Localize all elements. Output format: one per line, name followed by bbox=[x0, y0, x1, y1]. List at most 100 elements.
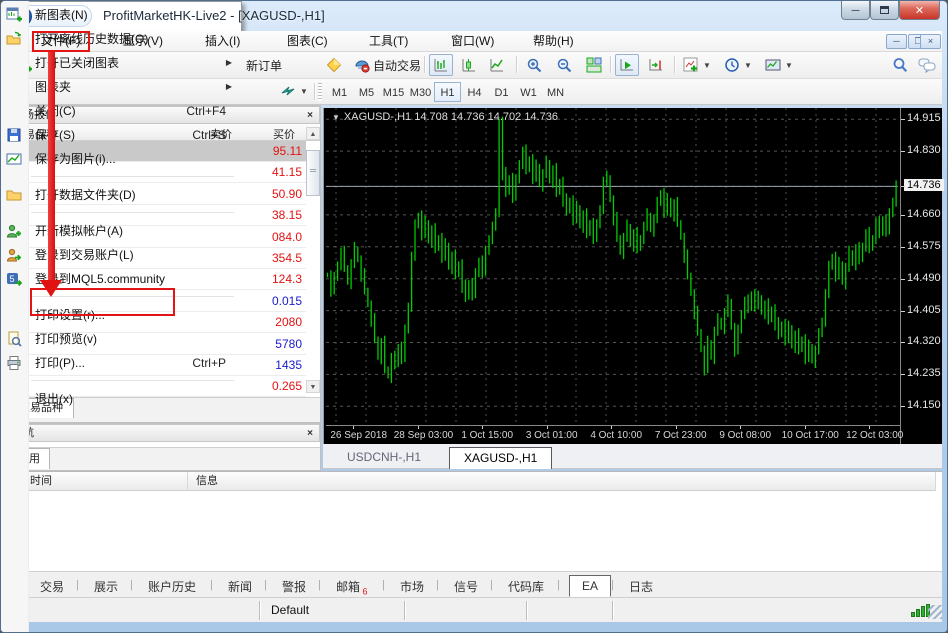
auto-scroll-button[interactable] bbox=[615, 54, 639, 76]
restore-button[interactable] bbox=[870, 1, 899, 20]
tile-windows-button[interactable] bbox=[582, 54, 606, 76]
terminal-tab-代码库[interactable]: 代码库 bbox=[502, 576, 550, 597]
bid-price: 2080 bbox=[275, 315, 302, 329]
timeframe-M1-button[interactable]: M1 bbox=[326, 82, 353, 102]
chart-tab-XAGUSDH1[interactable]: XAGUSD-,H1 bbox=[449, 447, 552, 469]
chart-shift-button[interactable] bbox=[644, 54, 668, 76]
folder-icon bbox=[6, 187, 22, 203]
chart-plot-area[interactable] bbox=[326, 108, 898, 425]
file-menu-item-打印预览v[interactable]: 打印预览(v) bbox=[1, 327, 240, 351]
mdi-close-button[interactable]: × bbox=[920, 34, 941, 49]
chart-type-bar-chart-type-button[interactable] bbox=[429, 54, 453, 76]
terminal-tab-日志[interactable]: 日志 bbox=[623, 576, 659, 597]
time-tick bbox=[740, 426, 741, 429]
file-menu-item-打开已关闭图表[interactable]: 打开已关闭图表▶ bbox=[1, 51, 240, 75]
terminal-tab-市场[interactable]: 市场 bbox=[394, 576, 430, 597]
file-menu-item-图表夹[interactable]: 图表夹▶ bbox=[1, 75, 240, 99]
bid-price: 0.015 bbox=[272, 294, 302, 308]
scroll-down-button[interactable]: ▼ bbox=[306, 380, 320, 393]
time-tick bbox=[353, 426, 354, 429]
chart-type-line-chart-type-button[interactable] bbox=[485, 54, 509, 76]
price-label: 14.830 bbox=[907, 144, 941, 156]
file-menu-item-登录到交易账户L[interactable]: 登录到交易账户(L) bbox=[1, 243, 240, 267]
menubar-item-窗口[interactable]: 窗口(W) bbox=[442, 31, 503, 52]
terminal-tab-信号[interactable]: 信号 bbox=[448, 576, 484, 597]
column-header-2[interactable]: 买价 bbox=[273, 126, 295, 142]
chevron-down-icon[interactable]: ▼ bbox=[703, 61, 711, 70]
tile-windows-icon bbox=[586, 57, 602, 73]
scrollbar-thumb[interactable] bbox=[306, 150, 320, 196]
chart-type-candle-chart-type-button[interactable] bbox=[457, 54, 481, 76]
metaeditor-button[interactable] bbox=[322, 54, 346, 76]
status-profile[interactable]: Default bbox=[271, 603, 309, 617]
menubar-item-工具[interactable]: 工具(T) bbox=[360, 31, 417, 52]
terminal-tab-EA[interactable]: EA bbox=[569, 575, 611, 597]
market-watch-close-icon[interactable]: × bbox=[307, 111, 313, 121]
terminal-tab-交易[interactable]: 交易 bbox=[34, 576, 70, 597]
timeframe-M30-button[interactable]: M30 bbox=[407, 82, 434, 102]
resize-grip[interactable] bbox=[928, 605, 942, 619]
tab-separator: | bbox=[490, 579, 493, 591]
new-order-button[interactable]: 新订单 bbox=[242, 54, 320, 76]
scroll-up-button[interactable]: ▲ bbox=[306, 127, 320, 140]
price-tick bbox=[901, 374, 905, 375]
templates-button[interactable]: ▼ bbox=[761, 54, 797, 76]
file-menu-item-打开数据文件夹D[interactable]: 打开数据文件夹(D) bbox=[1, 183, 240, 207]
terminal-column-0[interactable]: 时间 bbox=[22, 472, 188, 491]
chart-tab-USDCNHH1[interactable]: USDCNH-,H1 bbox=[333, 447, 435, 469]
chevron-down-icon[interactable]: ▼ bbox=[785, 61, 793, 70]
timeframe-H1-button[interactable]: H1 bbox=[434, 82, 461, 102]
timeframe-M15-button[interactable]: M15 bbox=[380, 82, 407, 102]
price-label: 14.660 bbox=[907, 208, 941, 220]
file-menu-item-新图表N[interactable]: 新图表(N) bbox=[1, 3, 240, 27]
chart-price-axis[interactable]: 14.91514.83014.73614.66014.57514.49014.4… bbox=[900, 108, 942, 444]
chart-collapse-icon[interactable]: ▼ bbox=[332, 113, 340, 122]
chevron-down-icon[interactable]: ▼ bbox=[300, 87, 308, 96]
time-tick bbox=[676, 426, 677, 429]
zoom-in-button[interactable] bbox=[522, 54, 546, 76]
community-chat-button[interactable] bbox=[914, 54, 940, 76]
timeframe-M5-button[interactable]: M5 bbox=[353, 82, 380, 102]
file-menu-item-关闭C[interactable]: 关闭(C)Ctrl+F4 bbox=[1, 99, 240, 123]
menu-separator bbox=[31, 176, 234, 177]
terminal-tab-账户历史[interactable]: 账户历史 bbox=[142, 576, 202, 597]
close-button[interactable]: ✕ bbox=[899, 1, 940, 20]
menubar-item-帮助[interactable]: 帮助(H) bbox=[524, 31, 583, 52]
mdi-minimize-button[interactable]: ─ bbox=[886, 34, 907, 49]
file-menu-item-打印P[interactable]: 打印(P)...Ctrl+P bbox=[1, 351, 240, 375]
new-chart-icon bbox=[6, 7, 22, 23]
navigator-close-icon[interactable]: × bbox=[307, 429, 313, 439]
time-tick bbox=[869, 426, 870, 429]
file-menu-item-保存为图片i[interactable]: 保存为图片(i)... bbox=[1, 147, 240, 171]
terminal-panel: × 终端 时间信息 bbox=[4, 471, 942, 571]
terminal-tab-警报[interactable]: 警报 bbox=[276, 576, 312, 597]
timeframe-H4-button[interactable]: H4 bbox=[461, 82, 488, 102]
file-menu-item-开新模拟帐户A[interactable]: 开新模拟帐户(A) bbox=[1, 219, 240, 243]
terminal-column-1[interactable]: 信息 bbox=[188, 472, 936, 491]
menubar-item-图表[interactable]: 图表(C) bbox=[278, 31, 337, 52]
autotrading-button[interactable]: 自动交易 bbox=[350, 54, 425, 76]
menu-shortcut: Ctrl+F4 bbox=[186, 99, 226, 123]
time-tick bbox=[547, 426, 548, 429]
file-menu-item-保存S[interactable]: 保存(S)Ctrl+S bbox=[1, 123, 240, 147]
indicators-add-button[interactable]: ▼ bbox=[679, 54, 715, 76]
minimize-button[interactable]: ─ bbox=[841, 1, 870, 20]
chevron-down-icon[interactable]: ▼ bbox=[744, 61, 752, 70]
periods-button[interactable]: ▼ bbox=[720, 54, 756, 76]
terminal-tab-新闻[interactable]: 新闻 bbox=[222, 576, 258, 597]
status-separator bbox=[259, 601, 260, 620]
zoom-out-button[interactable] bbox=[552, 54, 576, 76]
terminal-tab-展示[interactable]: 展示 bbox=[88, 576, 124, 597]
bid-price: 38.15 bbox=[272, 208, 302, 222]
navigator-header[interactable]: 导航 × bbox=[5, 424, 320, 442]
price-label: 14.915 bbox=[907, 112, 941, 124]
timeframe-MN-button[interactable]: MN bbox=[542, 82, 569, 102]
timeframe-D1-button[interactable]: D1 bbox=[488, 82, 515, 102]
chart-time-axis[interactable]: 26 Sep 201828 Sep 03:001 Oct 15:003 Oct … bbox=[326, 425, 900, 444]
search-button[interactable] bbox=[888, 54, 912, 76]
file-menu-item-退出x[interactable]: 退出(x) bbox=[1, 387, 240, 411]
symbol-shift-button[interactable]: ▼ bbox=[276, 80, 312, 102]
chart-tab-bar: USDCNH-,H1 XAGUSD-,H1 bbox=[323, 444, 942, 469]
terminal-tab-邮箱[interactable]: 邮箱 6 bbox=[330, 576, 374, 598]
timeframe-W1-button[interactable]: W1 bbox=[515, 82, 542, 102]
